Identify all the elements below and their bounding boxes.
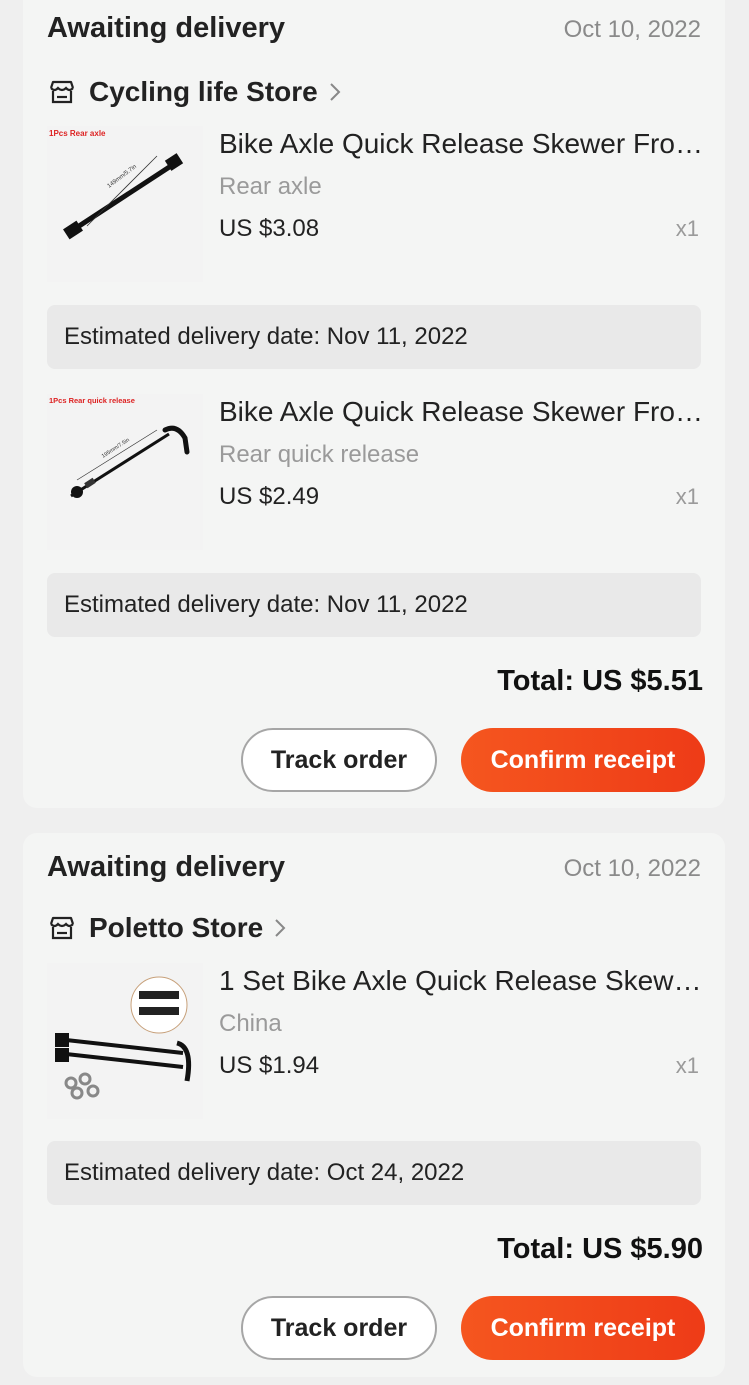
order-date: Oct 10, 2022 — [563, 16, 701, 43]
estimated-delivery: Estimated delivery date: Oct 24, 2022 — [47, 1141, 701, 1205]
order-status: Awaiting delivery — [47, 851, 285, 883]
store-name: Poletto Store — [89, 912, 264, 943]
product-variant: Rear quick release — [219, 441, 420, 468]
estimated-delivery: Estimated delivery date: Nov 11, 2022 — [47, 305, 701, 369]
store-link[interactable]: Poletto Store — [47, 908, 287, 948]
thumb-caption: 1Pcs Rear axle — [49, 129, 106, 138]
product-quantity: x1 — [675, 484, 699, 509]
confirm-receipt-button[interactable]: Confirm receipt — [461, 728, 705, 792]
product-price: US $1.94 — [219, 1052, 320, 1079]
order-card: Awaiting delivery Oct 10, 2022 Poletto S… — [23, 833, 725, 1377]
order-status: Awaiting delivery — [47, 12, 285, 44]
axle-set-image — [47, 963, 203, 1119]
product-title[interactable]: Bike Axle Quick Release Skewer Front Rea… — [219, 128, 707, 160]
track-order-button[interactable]: Track order — [241, 1296, 437, 1360]
product-variant: Rear axle — [219, 173, 322, 200]
track-order-button[interactable]: Track order — [241, 728, 437, 792]
confirm-receipt-button[interactable]: Confirm receipt — [461, 1296, 705, 1360]
chevron-right-icon — [275, 919, 286, 937]
product-price: US $3.08 — [219, 215, 320, 242]
order-card: Awaiting delivery Oct 10, 2022 Cycling l… — [23, 0, 725, 808]
order-total: Total: US $5.90 — [497, 1233, 703, 1265]
estimated-delivery: Estimated delivery date: Nov 11, 2022 — [47, 573, 701, 637]
product-quantity: x1 — [675, 1053, 699, 1078]
product-title[interactable]: 1 Set Bike Axle Quick Release Skewer Fro… — [219, 965, 707, 997]
product-quantity: x1 — [675, 216, 699, 241]
product-image[interactable]: 1Pcs Rear quick release 195mm/7.5in — [47, 394, 203, 550]
product-image[interactable]: 1Pcs Rear axle 149mm/5.7in — [47, 126, 203, 282]
thumb-caption: 1Pcs Rear quick release — [49, 396, 135, 405]
rear-axle-image: 1Pcs Rear axle 149mm/5.7in — [47, 126, 203, 282]
store-icon — [49, 916, 75, 940]
product-variant: China — [219, 1010, 282, 1037]
rear-quick-release-image: 1Pcs Rear quick release 195mm/7.5in — [47, 394, 203, 550]
product-price: US $2.49 — [219, 483, 320, 510]
order-total: Total: US $5.51 — [497, 665, 703, 697]
chevron-right-icon — [330, 83, 341, 101]
store-link[interactable]: Cycling life Store — [47, 72, 342, 112]
product-title[interactable]: Bike Axle Quick Release Skewer Front Rea… — [219, 396, 707, 428]
store-name: Cycling life Store — [89, 76, 318, 107]
store-icon — [49, 80, 75, 104]
product-image[interactable] — [47, 963, 203, 1119]
order-date: Oct 10, 2022 — [563, 855, 701, 882]
